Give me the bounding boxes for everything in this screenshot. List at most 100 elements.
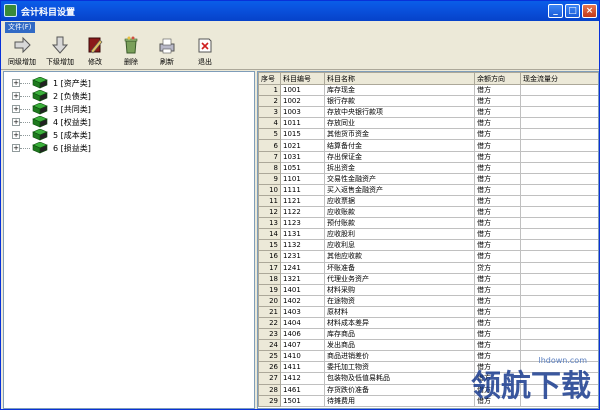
cell-code[interactable]: 1410 (280, 350, 325, 363)
cell-cashflow[interactable] (520, 239, 598, 252)
table-row[interactable]: 13 1123 预付账款 借方 (258, 217, 598, 230)
cell-cashflow[interactable] (520, 339, 598, 352)
cell-code[interactable]: 1501 (280, 394, 325, 407)
table-row[interactable]: 5 1015 其他货币资金 借方 (258, 128, 598, 141)
cell-name[interactable]: 存出保证金 (324, 150, 475, 163)
cell-name[interactable]: 存放中央银行款项 (324, 106, 475, 119)
cell-code[interactable]: 1121 (280, 194, 325, 208)
cell-code[interactable]: 1403 (280, 305, 325, 318)
table-row[interactable]: 6 1021 结算备付金 借方 (258, 139, 598, 152)
maximize-button[interactable]: □ (565, 4, 580, 18)
cell-direction[interactable]: 贷方 (474, 261, 521, 274)
cell-cashflow[interactable] (520, 283, 598, 296)
cell-direction[interactable]: 借方 (474, 95, 521, 108)
cell-name[interactable]: 买入返售金融资产 (324, 183, 475, 196)
table-row[interactable]: 7 1031 存出保证金 借方 (258, 150, 598, 163)
cell-cashflow[interactable] (520, 183, 598, 196)
cell-name[interactable]: 存放同业 (324, 117, 475, 130)
cell-code[interactable]: 1111 (280, 183, 325, 196)
cell-name[interactable]: 原材料 (324, 305, 475, 318)
cell-name[interactable]: 材料采购 (324, 283, 475, 296)
cell-code[interactable]: 1241 (280, 261, 325, 274)
cell-cashflow[interactable] (520, 217, 598, 230)
cell-name[interactable]: 代理业务资产 (324, 272, 475, 285)
cell-direction[interactable]: 借方 (474, 106, 521, 119)
cell-direction[interactable]: 借方 (474, 217, 521, 230)
cell-code[interactable]: 1131 (280, 228, 325, 241)
cell-cashflow[interactable] (520, 128, 598, 141)
cell-cashflow[interactable] (520, 206, 598, 219)
cell-direction[interactable]: 借方 (474, 139, 521, 152)
cell-code[interactable]: 1407 (280, 339, 325, 352)
cell-cashflow[interactable] (520, 250, 598, 263)
exit-button[interactable]: 退出 (191, 36, 219, 68)
cell-name[interactable]: 存货跌价准备 (324, 383, 475, 396)
cell-cashflow[interactable] (520, 294, 598, 307)
cell-direction[interactable]: 借方 (474, 172, 521, 185)
cell-direction[interactable]: 借方 (474, 228, 521, 241)
cell-direction[interactable]: 借方 (474, 117, 521, 130)
cell-name[interactable]: 应收账款 (324, 206, 475, 219)
cell-cashflow[interactable] (520, 172, 598, 185)
cell-cashflow[interactable] (520, 328, 598, 341)
cell-cashflow[interactable] (520, 106, 598, 119)
cell-code[interactable]: 1051 (280, 161, 325, 174)
cell-name[interactable]: 银行存款 (324, 95, 475, 108)
cell-direction[interactable]: 借方 (474, 239, 521, 252)
cell-code[interactable]: 1002 (280, 95, 325, 108)
expand-icon[interactable]: + (12, 144, 20, 152)
table-row[interactable]: 2 1002 银行存款 借方 (258, 95, 598, 108)
menu-file[interactable]: 文件(F) (5, 22, 35, 33)
cell-name[interactable]: 坏账准备 (324, 261, 475, 274)
table-row[interactable]: 11 1121 应收票据 借方 (258, 194, 598, 208)
cell-code[interactable]: 1011 (280, 117, 325, 130)
cell-direction[interactable]: 借方 (474, 339, 521, 352)
cell-direction[interactable]: 借方 (474, 83, 521, 97)
cell-direction[interactable]: 借方 (474, 183, 521, 196)
cell-code[interactable]: 1101 (280, 172, 325, 185)
add-sibling-button[interactable]: 同级增加 (3, 36, 41, 68)
cell-code[interactable]: 1401 (280, 283, 325, 296)
cell-name[interactable]: 应收票据 (324, 194, 475, 208)
cell-direction[interactable]: 借方 (474, 128, 521, 141)
cell-cashflow[interactable] (520, 117, 598, 130)
table-row[interactable]: 10 1111 买入返售金融资产 借方 (258, 183, 598, 196)
edit-button[interactable]: 修改 (81, 36, 109, 68)
cell-name[interactable]: 待摊费用 (324, 394, 475, 407)
cell-direction[interactable]: 借方 (474, 328, 521, 341)
cell-code[interactable]: 1321 (280, 272, 325, 285)
cell-cashflow[interactable] (520, 150, 598, 163)
column-header-index[interactable]: 序号 (258, 72, 281, 85)
cell-name[interactable]: 包装物及低值易耗品 (324, 372, 475, 385)
cell-name[interactable]: 库存商品 (324, 328, 475, 341)
cell-direction[interactable]: 借方 (474, 161, 521, 174)
cell-code[interactable]: 1123 (280, 217, 325, 230)
delete-button[interactable]: 删除 (117, 36, 145, 68)
cell-cashflow[interactable] (520, 261, 598, 274)
cell-code[interactable]: 1402 (280, 294, 325, 307)
cell-name[interactable]: 交易性金融资产 (324, 172, 475, 185)
cell-direction[interactable]: 借方 (474, 250, 521, 263)
expand-icon[interactable]: + (12, 118, 20, 126)
refresh-button[interactable]: 刷新 (153, 36, 181, 68)
cell-name[interactable]: 商品进销差价 (324, 350, 475, 363)
table-row[interactable]: 9 1101 交易性金融资产 借方 (258, 172, 598, 185)
expand-icon[interactable]: + (12, 105, 20, 113)
cell-name[interactable]: 预付账款 (324, 217, 475, 230)
cell-direction[interactable]: 借方 (474, 283, 521, 296)
cell-code[interactable]: 1411 (280, 361, 325, 374)
table-row[interactable]: 17 1241 坏账准备 贷方 (258, 261, 598, 274)
add-child-button[interactable]: 下级增加 (41, 36, 79, 68)
account-tree[interactable]: + 1 [资产类] + 2 [负债类] + 3 [共同类] + 4 [权益类] … (3, 71, 255, 409)
table-row[interactable]: 4 1011 存放同业 借方 (258, 117, 598, 130)
cell-code[interactable]: 1412 (280, 372, 325, 385)
table-row[interactable]: 22 1404 材料成本差异 借方 (258, 316, 598, 330)
cell-name[interactable]: 库存现金 (324, 83, 475, 97)
cell-direction[interactable]: 借方 (474, 316, 521, 330)
cell-cashflow[interactable] (520, 316, 598, 330)
cell-name[interactable]: 委托加工物资 (324, 361, 475, 374)
expand-icon[interactable]: + (12, 79, 20, 87)
cell-cashflow[interactable] (520, 83, 598, 97)
table-row[interactable]: 20 1402 在途物资 借方 (258, 294, 598, 307)
column-header-direction[interactable]: 余额方向 (474, 72, 521, 85)
